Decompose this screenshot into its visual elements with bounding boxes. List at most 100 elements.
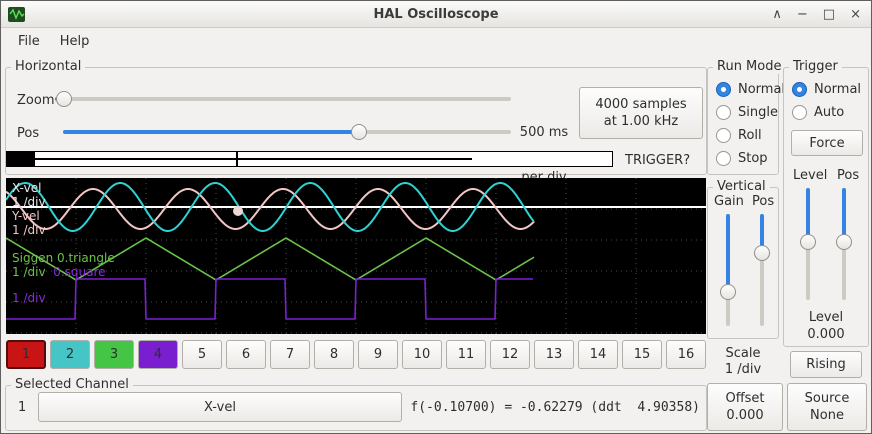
window-controls: ∧ − □ × bbox=[772, 1, 861, 28]
channel-button-14[interactable]: 14 bbox=[578, 340, 618, 369]
channel-button-16[interactable]: 16 bbox=[666, 340, 706, 369]
zoom-slider-groove bbox=[55, 97, 511, 101]
menu-file[interactable]: File bbox=[9, 31, 49, 52]
record-position-bar[interactable] bbox=[6, 151, 613, 167]
trigger-pos-slider[interactable] bbox=[836, 188, 852, 300]
scope-channel-label: Siggen 0.triangle bbox=[12, 251, 115, 265]
close-icon[interactable]: × bbox=[850, 1, 861, 28]
channel-button-4[interactable]: 4 bbox=[138, 340, 178, 369]
scope-channel-label: Y-vel bbox=[12, 209, 115, 223]
record-filled-region bbox=[7, 152, 35, 166]
selected-channel-number: 1 bbox=[18, 400, 26, 415]
zoom-slider[interactable] bbox=[55, 91, 511, 107]
trigger-position-tick bbox=[236, 152, 238, 166]
scope-channel-label: 1 /div bbox=[12, 195, 115, 209]
trigger-point-marker bbox=[233, 206, 243, 216]
run-mode-group-label: Run Mode bbox=[713, 59, 785, 74]
samples-button[interactable]: 4000 samples at 1.00 kHz bbox=[579, 87, 703, 139]
trigger-pos-header: Pos bbox=[837, 168, 859, 183]
shade-icon[interactable]: ∧ bbox=[772, 1, 782, 28]
trigger-level-handle[interactable] bbox=[800, 234, 816, 250]
channel-button-3[interactable]: 3 bbox=[94, 340, 134, 369]
channel-button-1[interactable]: 1 bbox=[6, 340, 46, 369]
trigger-source-label: Source bbox=[805, 390, 850, 407]
channel-buttons: 12345678910111213141516 bbox=[6, 340, 706, 369]
scope-labels: X-vel1 /divY-vel1 /divSiggen 0.triangle1… bbox=[12, 181, 115, 305]
channel-button-11[interactable]: 11 bbox=[446, 340, 486, 369]
run-mode-radio-label: Normal bbox=[738, 82, 785, 97]
run-mode-radio-roll[interactable]: Roll bbox=[708, 124, 778, 147]
scope-display: X-vel1 /divY-vel1 /divSiggen 0.triangle1… bbox=[6, 178, 706, 334]
samples-rate: at 1.00 kHz bbox=[604, 113, 678, 130]
trigger-level-header: Level bbox=[793, 168, 827, 183]
scope-channel-label: 1 /div 0.square bbox=[12, 265, 115, 279]
trigger-options: Normal Auto bbox=[784, 78, 868, 124]
run-mode-options: Normal Single Roll Stop bbox=[708, 78, 778, 170]
trigger-radio-label: Auto bbox=[814, 105, 844, 120]
maximize-icon[interactable]: □ bbox=[823, 1, 835, 28]
channel-button-12[interactable]: 12 bbox=[490, 340, 530, 369]
run-mode-radio-normal[interactable]: Normal bbox=[708, 78, 778, 101]
trigger-level-slider[interactable] bbox=[800, 188, 816, 300]
channel-button-8[interactable]: 8 bbox=[314, 340, 354, 369]
menu-bar: File Help bbox=[1, 29, 871, 54]
pos-label: Pos bbox=[17, 126, 39, 141]
trigger-pos-handle[interactable] bbox=[836, 234, 852, 250]
title-bar[interactable]: HAL Oscilloscope ∧ − □ × bbox=[1, 1, 871, 28]
radio-icon bbox=[716, 82, 731, 97]
zoom-label: Zoom bbox=[17, 93, 54, 108]
vertical-offset-value: 0.000 bbox=[726, 407, 763, 424]
trigger-radio-label: Normal bbox=[814, 82, 861, 97]
trigger-edge-button[interactable]: Rising bbox=[790, 351, 862, 378]
run-mode-group: Run Mode NormalSingleRollStop bbox=[707, 67, 779, 175]
radio-icon bbox=[792, 105, 807, 120]
force-button[interactable]: Force bbox=[791, 130, 863, 156]
channel-button-5[interactable]: 5 bbox=[182, 340, 222, 369]
run-mode-radio-label: Stop bbox=[738, 151, 768, 166]
window-title: HAL Oscilloscope bbox=[1, 7, 871, 22]
zoom-slider-handle[interactable] bbox=[56, 91, 72, 107]
minimize-icon[interactable]: − bbox=[797, 1, 808, 28]
vertical-pos-slider[interactable] bbox=[754, 214, 770, 326]
pos-slider-handle[interactable] bbox=[351, 124, 367, 140]
run-mode-radio-single[interactable]: Single bbox=[708, 101, 778, 124]
scope-channel-label: 1 /div bbox=[12, 291, 115, 305]
pos-slider[interactable] bbox=[63, 124, 511, 140]
selected-channel-name-button[interactable]: X-vel bbox=[38, 392, 402, 422]
trigger-group: Trigger NormalAuto Force Level Pos Level… bbox=[783, 67, 869, 347]
selected-channel-group: Selected Channel 1 X-vel f(-0.10700) = -… bbox=[5, 385, 707, 431]
channel-button-10[interactable]: 10 bbox=[402, 340, 442, 369]
vertical-scale-value: 1 /div bbox=[707, 362, 779, 377]
vertical-gain-slider[interactable] bbox=[720, 214, 736, 326]
trigger-source-button[interactable]: Source None bbox=[787, 383, 867, 431]
trigger-group-label: Trigger bbox=[789, 59, 842, 74]
channel-button-6[interactable]: 6 bbox=[226, 340, 266, 369]
vertical-offset-label: Offset bbox=[725, 390, 764, 407]
channel-button-7[interactable]: 7 bbox=[270, 340, 310, 369]
channel-button-2[interactable]: 2 bbox=[50, 340, 90, 369]
vertical-offset-button[interactable]: Offset 0.000 bbox=[707, 383, 783, 431]
vertical-pos-header: Pos bbox=[752, 194, 774, 209]
vertical-pos-handle[interactable] bbox=[754, 245, 770, 261]
menu-help[interactable]: Help bbox=[51, 31, 99, 52]
run-mode-radio-label: Single bbox=[738, 105, 778, 120]
run-mode-radio-stop[interactable]: Stop bbox=[708, 147, 778, 170]
vertical-gain-handle[interactable] bbox=[720, 284, 736, 300]
channel-button-15[interactable]: 15 bbox=[622, 340, 662, 369]
trigger-level-label: Level bbox=[784, 310, 868, 325]
trigger-radio-auto[interactable]: Auto bbox=[784, 101, 868, 124]
trigger-radio-normal[interactable]: Normal bbox=[784, 78, 868, 101]
radio-icon bbox=[716, 128, 731, 143]
samples-count: 4000 samples bbox=[595, 96, 686, 113]
run-mode-radio-label: Roll bbox=[738, 128, 762, 143]
selected-channel-group-label: Selected Channel bbox=[11, 377, 133, 392]
channel-button-13[interactable]: 13 bbox=[534, 340, 574, 369]
channel-button-9[interactable]: 9 bbox=[358, 340, 398, 369]
radio-icon bbox=[792, 82, 807, 97]
scope-channel-label: 1 /div bbox=[12, 223, 115, 237]
vertical-gain-header: Gain bbox=[714, 194, 744, 209]
radio-icon bbox=[716, 105, 731, 120]
vertical-scale-label: Scale bbox=[707, 346, 779, 361]
pos-slider-fill bbox=[63, 130, 359, 134]
horizontal-group-label: Horizontal bbox=[11, 59, 85, 74]
